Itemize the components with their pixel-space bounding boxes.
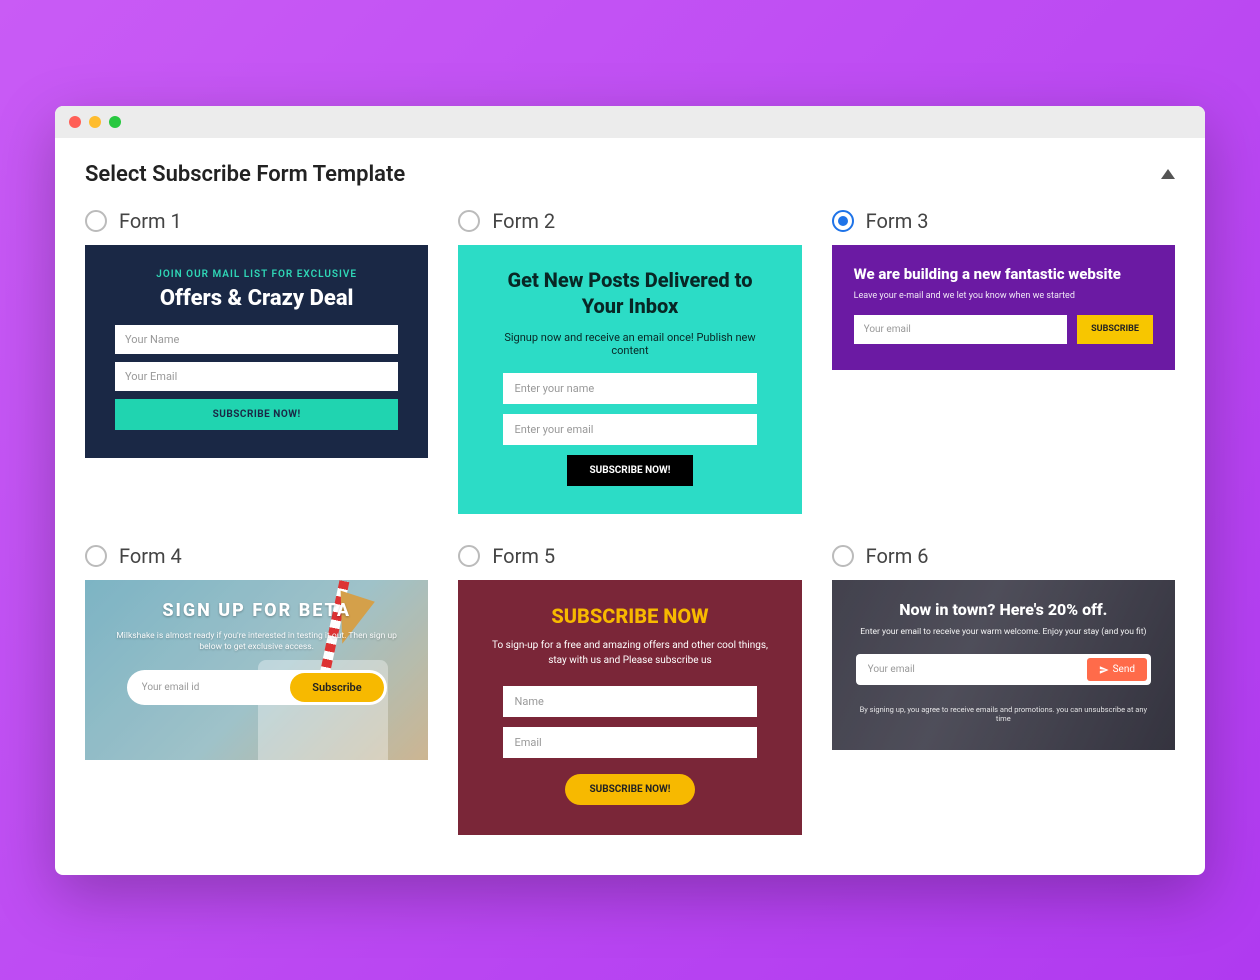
form6-title: Now in town? Here's 20% off. <box>856 600 1151 619</box>
template-label: Form 3 <box>866 209 929 233</box>
window-close-icon[interactable] <box>69 116 81 128</box>
template-label: Form 2 <box>492 209 555 233</box>
form6-email-input[interactable] <box>860 658 1087 681</box>
form3-title: We are building a new fantastic website <box>854 265 1153 283</box>
form2-subscribe-button[interactable]: SUBSCRIBE NOW! <box>567 455 692 486</box>
template-select-form2[interactable]: Form 2 <box>458 209 801 233</box>
form3-email-input[interactable] <box>854 315 1067 344</box>
preview-form2: Get New Posts Delivered to Your Inbox Si… <box>458 245 801 514</box>
template-label: Form 4 <box>119 544 182 568</box>
form6-send-label: Send <box>1113 664 1135 675</box>
form4-input-group: Subscribe <box>127 670 387 705</box>
form6-send-button[interactable]: Send <box>1087 658 1147 681</box>
template-grid: Form 1 JOIN OUR MAIL LIST FOR EXCLUSIVE … <box>85 209 1175 835</box>
radio-form4[interactable] <box>85 545 107 567</box>
form4-title: SIGN UP FOR BETA <box>162 600 351 621</box>
form3-row: SUBSCRIBE <box>854 315 1153 344</box>
form4-email-input[interactable] <box>130 675 291 700</box>
app-window: Select Subscribe Form Template Form 1 JO… <box>55 106 1205 875</box>
form2-subheading: Signup now and receive an email once! Pu… <box>488 331 771 357</box>
preview-form5: SUBSCRIBE NOW To sign-up for a free and … <box>458 580 801 835</box>
template-select-form1[interactable]: Form 1 <box>85 209 428 233</box>
radio-form6[interactable] <box>832 545 854 567</box>
form6-input-group: Send <box>856 654 1151 685</box>
template-label: Form 5 <box>492 544 555 568</box>
form1-name-input[interactable] <box>115 325 398 354</box>
panel-header: Select Subscribe Form Template <box>85 162 1175 187</box>
radio-form5[interactable] <box>458 545 480 567</box>
window-titlebar <box>55 106 1205 138</box>
radio-form1[interactable] <box>85 210 107 232</box>
template-option-form2: Form 2 Get New Posts Delivered to Your I… <box>458 209 801 514</box>
form5-email-input[interactable] <box>503 727 758 758</box>
collapse-toggle-icon[interactable] <box>1161 169 1175 179</box>
template-select-form5[interactable]: Form 5 <box>458 544 801 568</box>
form3-subscribe-button[interactable]: SUBSCRIBE <box>1077 315 1153 344</box>
form5-title: SUBSCRIBE NOW <box>488 604 771 628</box>
form6-subheading: Enter your email to receive your warm we… <box>856 627 1151 639</box>
preview-form3: We are building a new fantastic website … <box>832 245 1175 370</box>
preview-form6: Now in town? Here's 20% off. Enter your … <box>832 580 1175 750</box>
window-minimize-icon[interactable] <box>89 116 101 128</box>
template-label: Form 1 <box>119 209 182 233</box>
form4-subheading: Milkshake is almost ready if you're inte… <box>105 631 408 655</box>
template-select-form4[interactable]: Form 4 <box>85 544 428 568</box>
form1-subscribe-button[interactable]: SUBSCRIBE NOW! <box>115 399 398 430</box>
radio-form3[interactable] <box>832 210 854 232</box>
template-option-form1: Form 1 JOIN OUR MAIL LIST FOR EXCLUSIVE … <box>85 209 428 514</box>
template-option-form3: Form 3 We are building a new fantastic w… <box>832 209 1175 514</box>
form2-email-input[interactable] <box>503 414 758 445</box>
form2-name-input[interactable] <box>503 373 758 404</box>
form2-title: Get New Posts Delivered to Your Inbox <box>488 267 771 319</box>
form3-subheading: Leave your e-mail and we let you know wh… <box>854 291 1153 301</box>
preview-form1: JOIN OUR MAIL LIST FOR EXCLUSIVE Offers … <box>85 245 428 458</box>
template-option-form6: Form 6 Now in town? Here's 20% off. Ente… <box>832 544 1175 835</box>
form6-fineprint: By signing up, you agree to receive emai… <box>856 705 1151 723</box>
template-option-form5: Form 5 SUBSCRIBE NOW To sign-up for a fr… <box>458 544 801 835</box>
template-option-form4: Form 4 SIGN UP FOR BETA Milkshake is alm… <box>85 544 428 835</box>
form5-subheading: To sign-up for a free and amazing offers… <box>488 638 771 668</box>
template-select-form3[interactable]: Form 3 <box>832 209 1175 233</box>
radio-form2[interactable] <box>458 210 480 232</box>
form5-subscribe-button[interactable]: SUBSCRIBE NOW! <box>565 774 694 805</box>
form1-email-input[interactable] <box>115 362 398 391</box>
preview-form4: SIGN UP FOR BETA Milkshake is almost rea… <box>85 580 428 760</box>
form1-title: Offers & Crazy Deal <box>115 286 398 311</box>
form1-subheading: JOIN OUR MAIL LIST FOR EXCLUSIVE <box>115 269 398 280</box>
template-label: Form 6 <box>866 544 929 568</box>
panel-content: Select Subscribe Form Template Form 1 JO… <box>55 138 1205 875</box>
form5-name-input[interactable] <box>503 686 758 717</box>
form4-subscribe-button[interactable]: Subscribe <box>290 673 383 702</box>
send-icon <box>1099 665 1109 675</box>
page-title: Select Subscribe Form Template <box>85 162 405 187</box>
template-select-form6[interactable]: Form 6 <box>832 544 1175 568</box>
window-zoom-icon[interactable] <box>109 116 121 128</box>
